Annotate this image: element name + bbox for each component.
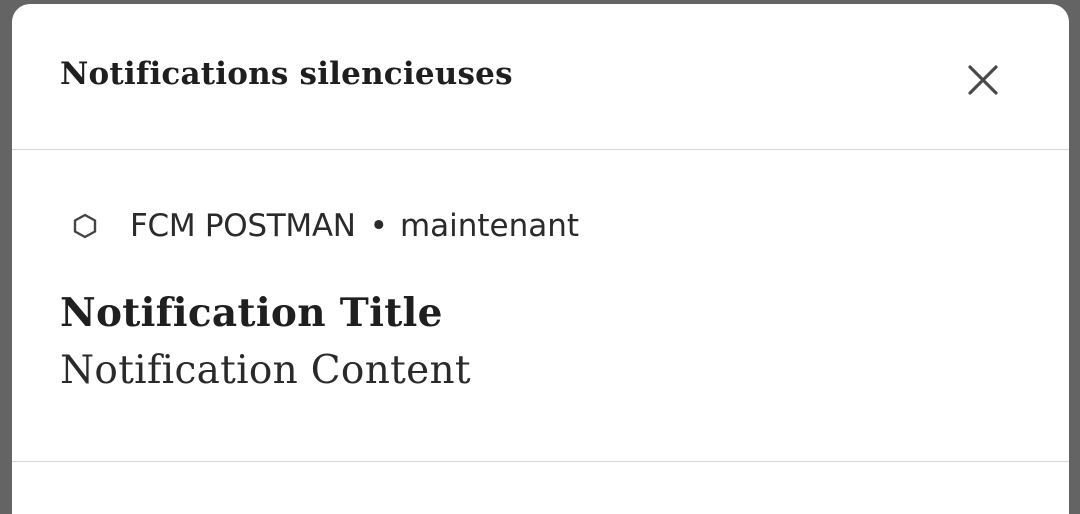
app-name: FCM POSTMAN <box>130 208 356 244</box>
notification-content: Notification Content <box>60 348 471 393</box>
notification-meta: FCM POSTMAN • maintenant <box>72 204 579 248</box>
hexagon-icon <box>72 213 98 239</box>
close-button[interactable] <box>960 57 1006 103</box>
meta-separator: • <box>369 208 388 244</box>
notification-time: maintenant <box>399 208 580 244</box>
dialog-title: Notifications silencieuses <box>60 56 513 92</box>
notification-card[interactable]: FCM POSTMAN • maintenant Notification Ti… <box>12 150 1069 462</box>
notification-title: Notification Title <box>60 290 443 336</box>
close-icon <box>968 65 998 95</box>
silent-notifications-dialog: Notifications silencieuses FCM POSTMAN •… <box>12 4 1069 514</box>
dialog-header: Notifications silencieuses <box>12 4 1069 150</box>
